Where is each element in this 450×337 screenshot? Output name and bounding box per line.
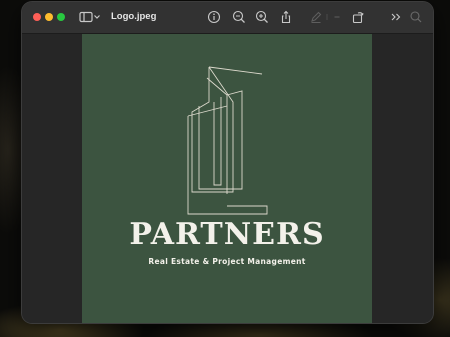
zoom-in-icon[interactable] xyxy=(254,9,270,25)
brand-tagline: Real Estate & Project Management xyxy=(148,257,306,266)
title-bar[interactable]: Logo.jpeg xyxy=(22,2,433,34)
rotate-icon[interactable] xyxy=(350,9,366,25)
double-chevron-icon[interactable] xyxy=(388,9,404,25)
preview-window: Logo.jpeg PARTNERS Real Estate & Project… xyxy=(22,2,433,323)
info-icon[interactable] xyxy=(206,9,222,25)
window-title: Logo.jpeg xyxy=(111,11,157,22)
brand-name: PARTNERS xyxy=(129,217,325,252)
minimize-button[interactable] xyxy=(45,13,53,21)
close-button[interactable] xyxy=(33,13,41,21)
building-line-mark xyxy=(187,66,268,215)
markup-pen-icon[interactable] xyxy=(308,9,324,25)
more-chevron-icon[interactable] xyxy=(329,9,345,25)
logo-image: PARTNERS Real Estate & Project Managemen… xyxy=(82,34,372,323)
share-icon[interactable] xyxy=(278,9,294,25)
zoom-out-icon[interactable] xyxy=(231,9,247,25)
search-icon[interactable] xyxy=(408,9,424,25)
fullscreen-button[interactable] xyxy=(57,13,65,21)
chevron-down-icon[interactable] xyxy=(92,9,102,25)
image-viewport[interactable]: PARTNERS Real Estate & Project Managemen… xyxy=(22,34,433,323)
